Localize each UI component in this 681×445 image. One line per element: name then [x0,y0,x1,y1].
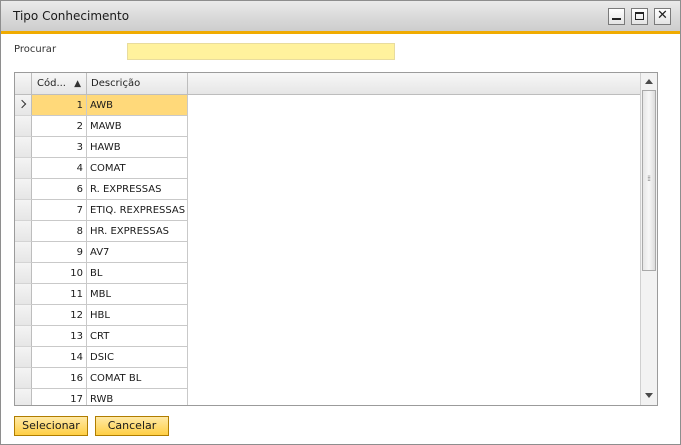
scroll-thumb[interactable]: ⁞⁞ [642,90,656,271]
cell-description[interactable]: HAWB [87,137,188,158]
row-selector[interactable] [15,137,32,158]
row-selector[interactable] [15,347,32,368]
sort-ascending-icon: ▲ [74,79,81,89]
select-button[interactable]: Selecionar [14,416,88,436]
cell-code[interactable]: 8 [32,221,87,242]
column-header-code-label: Cód... [37,78,66,89]
cell-description[interactable]: HBL [87,305,188,326]
current-row-arrow-icon [17,99,27,109]
title-accent-bar [1,31,680,34]
vertical-scrollbar[interactable]: ⁞⁞ [640,73,657,405]
cell-description[interactable]: DSIC [87,347,188,368]
scroll-up-icon[interactable] [642,75,656,89]
header-filler [188,73,640,95]
cell-code[interactable]: 7 [32,200,87,221]
cell-code[interactable]: 2 [32,116,87,137]
column-header-description-label: Descrição [91,78,141,89]
cell-description[interactable]: AWB [87,95,188,116]
table-row[interactable]: 9 AV7 [15,242,188,263]
cell-description[interactable]: ETIQ. REXPRESSAS [87,200,188,221]
dialog-window: Tipo Conhecimento ✕ Procurar Cód... ▲ De… [0,0,681,445]
table-row[interactable]: 4 COMAT [15,158,188,179]
cell-code[interactable]: 10 [32,263,87,284]
table-row[interactable]: 3 HAWB [15,137,188,158]
cancel-button[interactable]: Cancelar [95,416,169,436]
grip-icon: ⁞⁞ [647,174,651,183]
table-row[interactable]: 8 HR. EXPRESSAS [15,221,188,242]
cell-description[interactable]: MBL [87,284,188,305]
cell-description[interactable]: CRT [87,326,188,347]
row-selector[interactable] [15,263,32,284]
table-row[interactable]: 17 RWB [15,389,188,405]
table-row[interactable]: 13 CRT [15,326,188,347]
table-row[interactable]: 12 HBL [15,305,188,326]
table-row[interactable]: 16 COMAT BL [15,368,188,389]
row-selector[interactable] [15,242,32,263]
row-selector[interactable] [15,179,32,200]
cell-code[interactable]: 16 [32,368,87,389]
cell-code[interactable]: 14 [32,347,87,368]
cell-description[interactable]: R. EXPRESSAS [87,179,188,200]
cell-code[interactable]: 11 [32,284,87,305]
cell-code[interactable]: 13 [32,326,87,347]
row-selector[interactable] [15,116,32,137]
cell-code[interactable]: 3 [32,137,87,158]
close-icon: ✕ [657,8,668,23]
close-button[interactable]: ✕ [654,8,671,25]
table-row[interactable]: 7 ETIQ. REXPRESSAS [15,200,188,221]
row-selector[interactable] [15,200,32,221]
table-row[interactable]: 14 DSIC [15,347,188,368]
cell-description[interactable]: MAWB [87,116,188,137]
column-header-description[interactable]: Descrição [87,73,188,95]
row-selector-header [15,73,32,95]
results-grid: Cód... ▲ Descrição 1 AWB 2 MAWB 3 HAWB 4 COMAT 6… [14,72,658,406]
table-row[interactable]: 10 BL [15,263,188,284]
cell-code[interactable]: 4 [32,158,87,179]
cell-description[interactable]: BL [87,263,188,284]
table-row[interactable]: 11 MBL [15,284,188,305]
title-bar[interactable]: Tipo Conhecimento ✕ [1,1,680,34]
maximize-button[interactable] [631,8,648,25]
table-row[interactable]: 6 R. EXPRESSAS [15,179,188,200]
cell-description[interactable]: AV7 [87,242,188,263]
window-title: Tipo Conhecimento [13,9,130,23]
row-selector[interactable] [15,221,32,242]
cell-code[interactable]: 9 [32,242,87,263]
row-selector[interactable] [15,326,32,347]
row-selector[interactable] [15,368,32,389]
column-header-code[interactable]: Cód... ▲ [32,73,87,95]
scroll-down-icon[interactable] [642,389,656,403]
cell-description[interactable]: RWB [87,389,188,405]
cell-code[interactable]: 17 [32,389,87,405]
table-row[interactable]: 2 MAWB [15,116,188,137]
row-selector[interactable] [15,158,32,179]
search-label: Procurar [14,44,57,55]
cell-description[interactable]: COMAT [87,158,188,179]
cell-description[interactable]: COMAT BL [87,368,188,389]
search-input[interactable] [127,43,395,60]
cell-code[interactable]: 12 [32,305,87,326]
row-selector[interactable] [15,284,32,305]
cell-description[interactable]: HR. EXPRESSAS [87,221,188,242]
row-selector[interactable] [15,389,32,405]
row-selector[interactable] [15,305,32,326]
cell-code[interactable]: 6 [32,179,87,200]
table-row[interactable]: 1 AWB [15,95,188,116]
cell-code[interactable]: 1 [32,95,87,116]
row-selector[interactable] [15,95,32,116]
minimize-button[interactable] [608,8,625,25]
